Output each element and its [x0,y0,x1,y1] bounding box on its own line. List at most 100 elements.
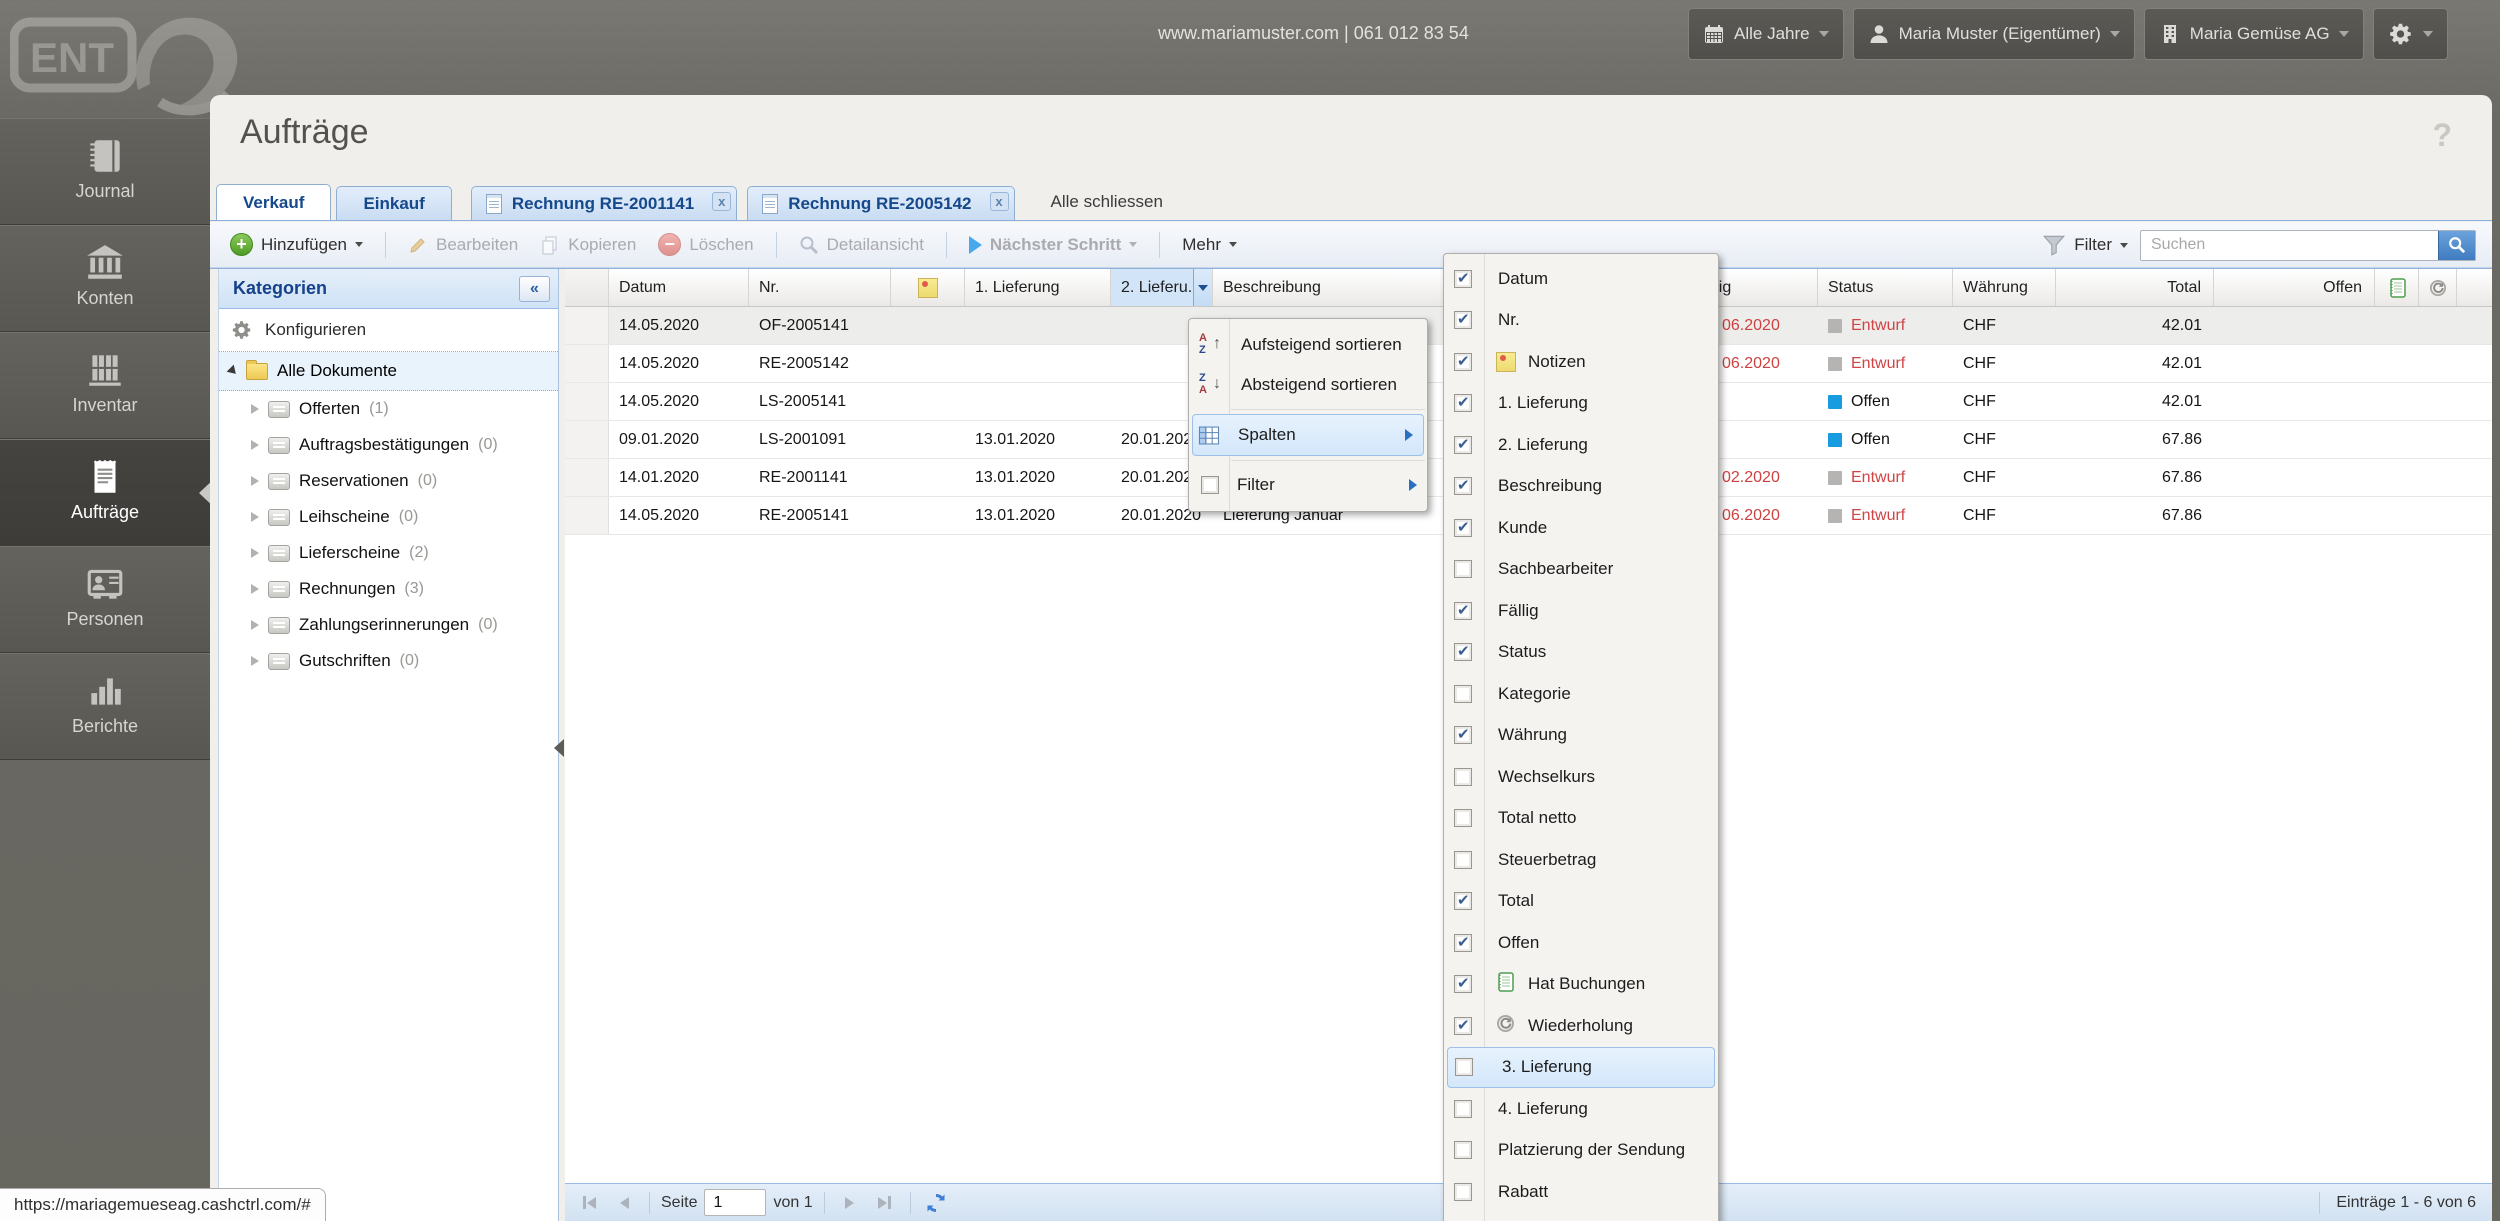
previous-page-button[interactable] [610,1190,638,1216]
menu-item-filter[interactable]: Filter [1189,465,1427,505]
column-header-waehrung[interactable]: Währung [1953,269,2056,306]
fiscal-year-button[interactable]: Alle Jahre [1688,8,1844,60]
checkbox[interactable] [1454,270,1472,288]
checkbox[interactable] [1454,726,1472,744]
expanded-arrow-icon[interactable] [227,365,240,378]
checkbox[interactable] [1454,436,1472,454]
add-button[interactable]: + Hinzufügen [224,233,369,256]
next-step-button[interactable]: Nächster Schritt [963,235,1143,255]
tree-item-alle-dokumente[interactable]: Alle Dokumente [219,352,558,391]
column-header-nr[interactable]: Nr. [749,269,891,306]
checkbox[interactable] [1455,1058,1473,1076]
checkbox[interactable] [1454,768,1472,786]
column-toggle-lieferung2[interactable]: 2. Lieferung [1444,424,1718,466]
company-menu-button[interactable]: Maria Gemüse AG [2144,8,2364,60]
column-toggle-steuerbetrag[interactable]: Steuerbetrag [1444,839,1718,881]
column-toggle-sachbearbeiter[interactable]: Sachbearbeiter [1444,549,1718,591]
search-button[interactable] [2438,231,2475,260]
next-page-button[interactable] [836,1190,864,1216]
collapsed-arrow-icon[interactable] [251,512,259,522]
column-toggle-offen[interactable]: Offen [1444,922,1718,964]
checkbox[interactable] [1454,809,1472,827]
checkbox[interactable] [1454,643,1472,661]
column-header-datum[interactable]: Datum [609,269,749,306]
help-icon[interactable]: ? [2432,117,2452,154]
splitter-collapse-icon[interactable] [554,739,564,757]
sidebar-item-inventar[interactable]: Inventar [0,332,210,439]
column-toggle-total-netto[interactable]: Total netto [1444,798,1718,840]
column-header-status[interactable]: Status [1818,269,1953,306]
column-toggle-kategorie[interactable]: Kategorie [1444,673,1718,715]
sidebar-item-auftraege[interactable]: Aufträge [0,439,210,546]
column-toggle-nr[interactable]: Nr. [1444,300,1718,342]
column-toggle-wiederholung[interactable]: Wiederholung [1444,1005,1718,1047]
column-toggle-total[interactable]: Total [1444,881,1718,923]
column-header-beschreibung[interactable]: Beschreibung [1213,269,1451,306]
column-toggle-wechselkurs[interactable]: Wechselkurs [1444,756,1718,798]
checkbox[interactable] [1454,519,1472,537]
first-page-button[interactable] [575,1190,603,1216]
search-input[interactable] [2141,236,2438,254]
column-header-offen[interactable]: Offen [2214,269,2375,306]
sidebar-item-berichte[interactable]: Berichte [0,653,210,760]
more-button[interactable]: Mehr [1176,235,1243,255]
column-toggle-platzierung[interactable]: Platzierung der Sendung [1444,1130,1718,1172]
checkbox[interactable] [1454,353,1472,371]
close-tab-icon[interactable]: x [990,192,1009,211]
column-header-notizen[interactable] [891,269,965,306]
column-toggle-lieferung4[interactable]: 4. Lieferung [1444,1088,1718,1130]
column-header-hat-buchungen[interactable] [2375,269,2419,306]
collapsed-arrow-icon[interactable] [251,404,259,414]
column-toggle-faellig[interactable]: Fällig [1444,590,1718,632]
column-toggle-kunde[interactable]: Kunde [1444,507,1718,549]
tab-rechnung-re-2001141[interactable]: Rechnung RE-2001141 x [471,186,737,220]
settings-button[interactable] [2373,8,2448,60]
filter-button[interactable]: Filter [2042,233,2128,257]
column-toggle-lieferung3[interactable]: 3. Lieferung [1447,1047,1715,1089]
configure-categories-button[interactable]: Konfigurieren [219,309,558,352]
delete-button[interactable]: − Löschen [652,233,759,256]
checkbox[interactable] [1454,851,1472,869]
column-toggle-datum[interactable]: Datum [1444,258,1718,300]
tab-einkauf[interactable]: Einkauf [336,186,451,220]
page-number-input[interactable] [704,1189,766,1216]
column-toggle-beschreibung[interactable]: Beschreibung [1444,466,1718,508]
menu-item-columns[interactable]: Spalten [1192,414,1424,456]
checkbox[interactable] [1454,1017,1472,1035]
checkbox[interactable] [1454,311,1472,329]
sidebar-item-personen[interactable]: Personen [0,546,210,653]
menu-item-sort-ascending[interactable]: AZ↑ Aufsteigend sortieren [1189,325,1427,365]
collapsed-arrow-icon[interactable] [251,476,259,486]
collapsed-arrow-icon[interactable] [251,548,259,558]
checkbox[interactable] [1454,477,1472,495]
checkbox[interactable] [1454,934,1472,952]
checkbox[interactable] [1454,685,1472,703]
column-toggle-waehrung[interactable]: Währung [1444,715,1718,757]
tree-item-reservationen[interactable]: Reservationen (0) [219,463,558,499]
column-toggle-notizen[interactable]: Notizen [1444,341,1718,383]
tree-item-leihscheine[interactable]: Leihscheine (0) [219,499,558,535]
checkbox[interactable] [1454,1183,1472,1201]
column-menu-trigger[interactable] [1193,269,1212,306]
checkbox[interactable] [1454,560,1472,578]
tab-rechnung-re-2005142[interactable]: Rechnung RE-2005142 x [747,186,1014,220]
menu-item-sort-descending[interactable]: ZA↓ Absteigend sortieren [1189,365,1427,405]
column-header-lieferung1[interactable]: 1. Lieferung [965,269,1111,306]
tree-item-zahlungserinnerungen[interactable]: Zahlungserinnerungen (0) [219,607,558,643]
column-toggle-status[interactable]: Status [1444,632,1718,674]
collapse-panel-button[interactable]: « [519,276,550,302]
detail-view-button[interactable]: Detailansicht [793,235,930,255]
column-toggle-hat-buchungen[interactable]: Hat Buchungen [1444,964,1718,1006]
sidebar-item-konten[interactable]: Konten [0,225,210,332]
checkbox[interactable] [1454,394,1472,412]
checkbox[interactable] [1454,1100,1472,1118]
column-toggle-lieferung1[interactable]: 1. Lieferung [1444,383,1718,425]
refresh-button[interactable] [922,1190,950,1216]
tree-item-auftragsbestaetigungen[interactable]: Auftragsbestätigungen (0) [219,427,558,463]
collapsed-arrow-icon[interactable] [251,656,259,666]
checkbox[interactable] [1454,1141,1472,1159]
tree-item-lieferscheine[interactable]: Lieferscheine (2) [219,535,558,571]
column-header-lieferung2[interactable]: 2. Lieferu. [1111,269,1213,306]
collapsed-arrow-icon[interactable] [251,620,259,630]
checkbox[interactable] [1454,602,1472,620]
